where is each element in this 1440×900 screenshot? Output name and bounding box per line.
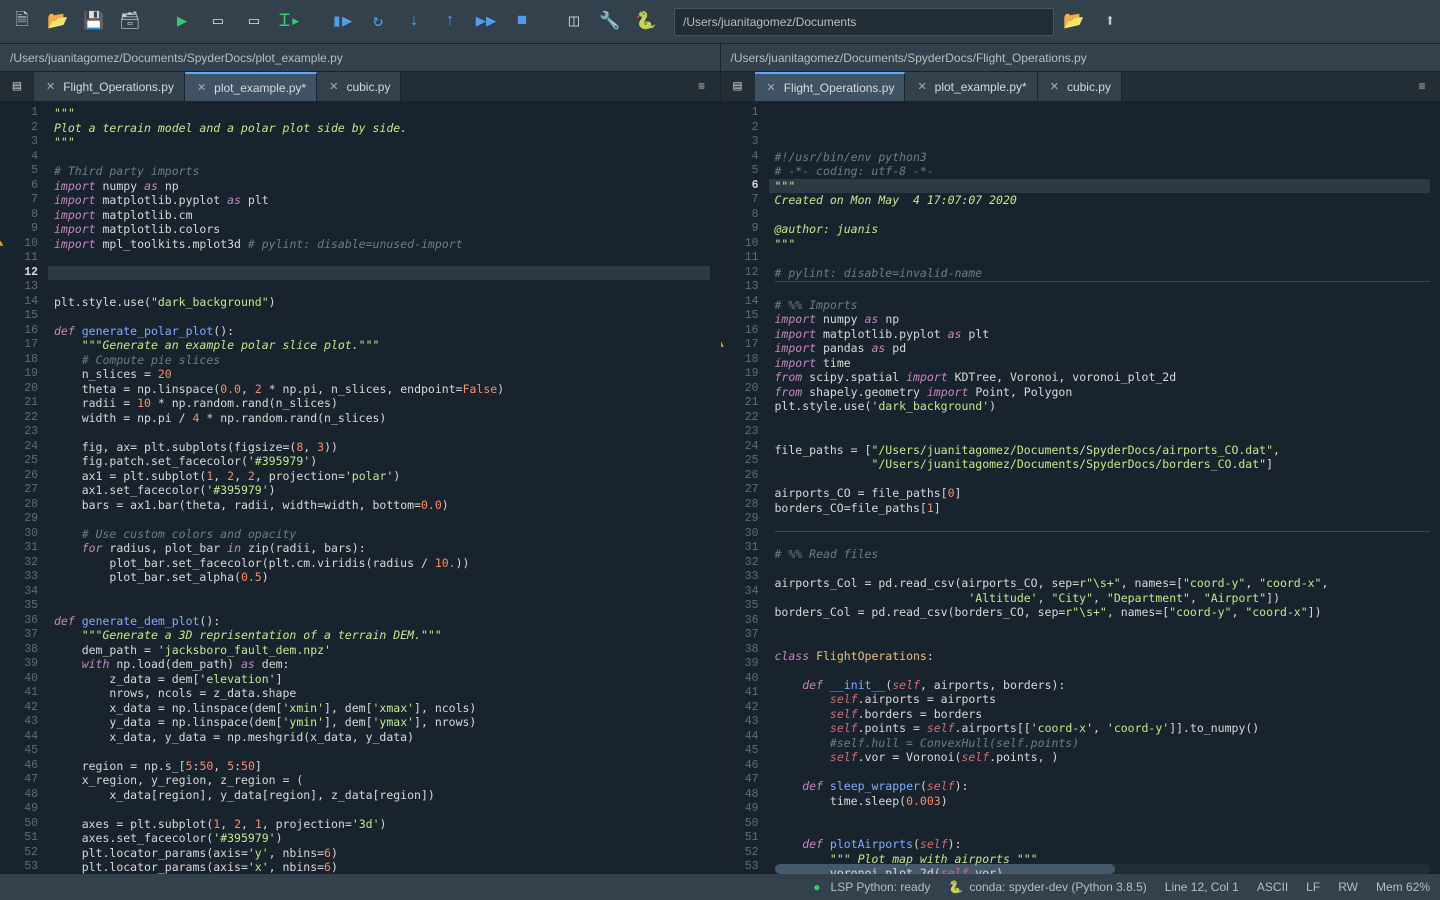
tab-label: cubic.py — [346, 80, 390, 94]
right-code[interactable]: #!/usr/bin/env python3 # -*- coding: utf… — [769, 102, 1440, 874]
close-icon[interactable]: ✕ — [46, 80, 55, 93]
status-mem[interactable]: Mem 62% — [1376, 880, 1430, 894]
tab-label: Flight_Operations.py — [63, 80, 174, 94]
save-all-icon[interactable]: 🗃 — [114, 6, 146, 38]
step-out-icon[interactable]: ↑ — [434, 6, 466, 38]
close-icon[interactable]: ✕ — [917, 80, 926, 93]
open-file-icon[interactable]: 📂 — [42, 6, 74, 38]
right-file-path: /Users/juanitagomez/Documents/SpyderDocs… — [721, 44, 1440, 72]
status-eol[interactable]: LF — [1306, 880, 1320, 894]
status-lsp[interactable]: LSP Python: ready — [813, 880, 930, 894]
debug-icon[interactable]: ▮▶ — [326, 6, 358, 38]
editor-split: /Users/juanitagomez/Documents/SpyderDocs… — [0, 44, 1440, 874]
step-in-icon[interactable]: ↓ — [398, 6, 430, 38]
tab-cubic[interactable]: ✕ cubic.py — [1038, 72, 1122, 101]
left-pane: /Users/juanitagomez/Documents/SpyderDocs… — [0, 44, 721, 874]
tab-switcher-icon[interactable]: ▤ — [721, 72, 755, 101]
parent-dir-icon[interactable]: ⬆ — [1094, 6, 1126, 38]
step-over-icon[interactable]: ↻ — [362, 6, 394, 38]
tab-overflow-icon[interactable]: ≡ — [1410, 72, 1434, 102]
status-rw[interactable]: RW — [1338, 880, 1358, 894]
left-file-path: /Users/juanitagomez/Documents/SpyderDocs… — [0, 44, 720, 72]
right-tabrow: ▤ ✕ Flight_Operations.py ✕ plot_example.… — [721, 72, 1440, 102]
run-cell-icon[interactable]: ▭ — [202, 6, 234, 38]
tab-plot-example[interactable]: ✕ plot_example.py* — [905, 72, 1037, 101]
run-icon[interactable]: ▶ — [166, 6, 198, 38]
left-gutter: 1234567891011121314151617181920212223242… — [0, 102, 48, 874]
right-gutter: 1234567891011121314151617181920212223242… — [721, 102, 769, 874]
tab-cubic[interactable]: ✕ cubic.py — [317, 72, 401, 101]
left-tabrow: ▤ ✕ Flight_Operations.py ✕ plot_example.… — [0, 72, 720, 102]
tab-label: Flight_Operations.py — [784, 81, 895, 95]
run-cell-advance-icon[interactable]: ▭ — [238, 6, 270, 38]
browse-dir-icon[interactable]: 📂 — [1058, 6, 1090, 38]
run-selection-icon[interactable]: Ꮖ▸ — [274, 6, 306, 38]
tab-label: plot_example.py* — [214, 81, 306, 95]
right-pane: /Users/juanitagomez/Documents/SpyderDocs… — [721, 44, 1440, 874]
stop-debug-icon[interactable]: ■ — [506, 6, 538, 38]
save-icon[interactable]: 💾 — [78, 6, 110, 38]
maximize-pane-icon[interactable]: ◫ — [558, 6, 590, 38]
left-code[interactable]: """ Plot a terrain model and a polar plo… — [48, 102, 720, 874]
close-icon[interactable]: ✕ — [329, 80, 338, 93]
tab-switcher-icon[interactable]: ▤ — [0, 72, 34, 101]
status-cursor[interactable]: Line 12, Col 1 — [1165, 880, 1239, 894]
status-env[interactable]: 🐍conda: spyder-dev (Python 3.8.5) — [948, 880, 1146, 894]
close-icon[interactable]: ✕ — [197, 81, 206, 94]
close-icon[interactable]: ✕ — [1050, 80, 1059, 93]
tab-overflow-icon[interactable]: ≡ — [690, 72, 714, 102]
right-editor[interactable]: 1234567891011121314151617181920212223242… — [721, 102, 1440, 874]
tab-label: cubic.py — [1067, 80, 1111, 94]
tab-flight-operations[interactable]: ✕ Flight_Operations.py — [34, 72, 185, 101]
close-icon[interactable]: ✕ — [767, 81, 776, 94]
working-dir-input[interactable] — [674, 8, 1054, 36]
continue-icon[interactable]: ▶▶ — [470, 6, 502, 38]
tab-label: plot_example.py* — [935, 80, 1027, 94]
tab-plot-example[interactable]: ✕ plot_example.py* — [185, 72, 317, 101]
tab-flight-operations[interactable]: ✕ Flight_Operations.py — [755, 72, 906, 101]
new-file-icon[interactable]: 🗎 — [6, 6, 38, 38]
python-path-icon[interactable]: 🐍 — [630, 6, 662, 38]
left-editor[interactable]: 1234567891011121314151617181920212223242… — [0, 102, 720, 874]
preferences-icon[interactable]: 🔧 — [594, 6, 626, 38]
statusbar: LSP Python: ready 🐍conda: spyder-dev (Py… — [0, 874, 1440, 900]
main-toolbar: 🗎 📂 💾 🗃 ▶ ▭ ▭ Ꮖ▸ ▮▶ ↻ ↓ ↑ ▶▶ ■ ◫ 🔧 🐍 📂 ⬆ — [0, 0, 1440, 44]
status-encoding[interactable]: ASCII — [1257, 880, 1288, 894]
